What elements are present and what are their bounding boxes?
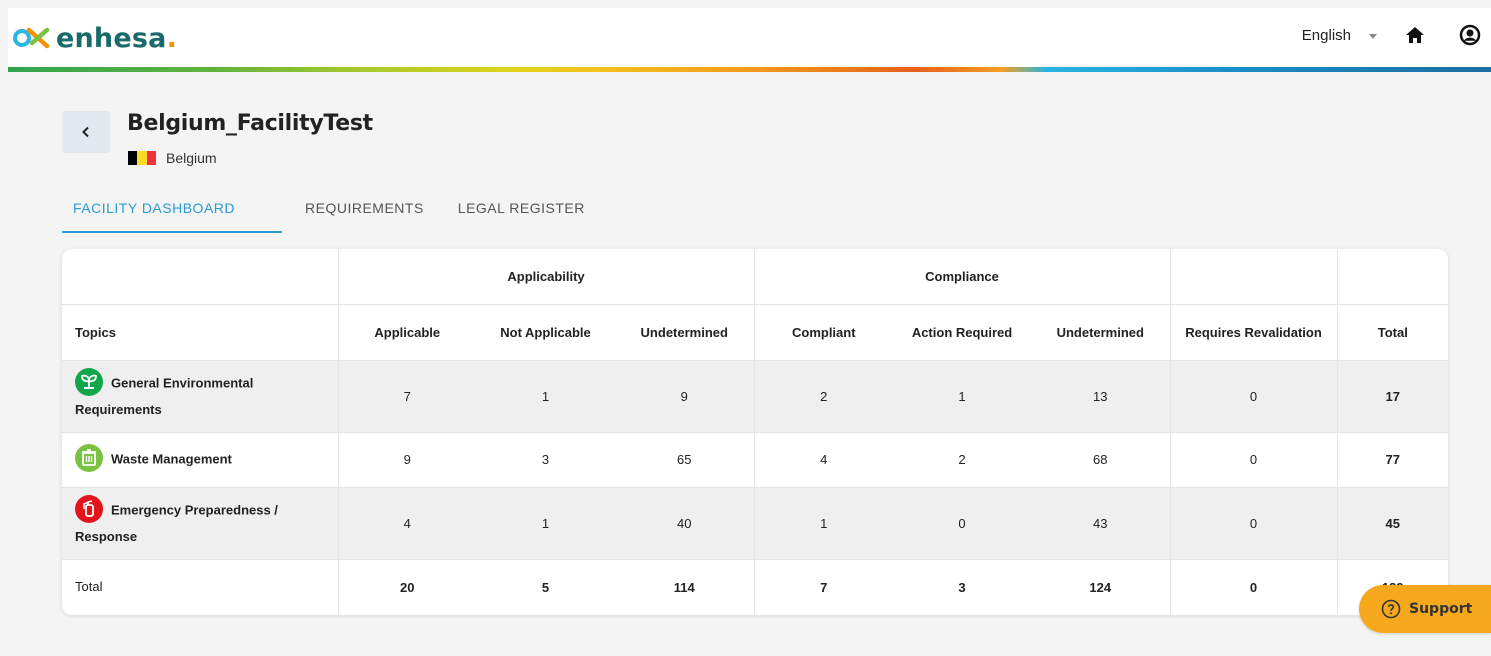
total-compliant: 7 (753, 558, 894, 615)
column-header-row: Topics Applicable Not Applicable Undeter… (62, 304, 1448, 360)
tab-legal-register[interactable]: LEGAL REGISTER (458, 196, 585, 233)
group-header-empty (1336, 249, 1448, 305)
cell-not-applicable[interactable]: 1 (476, 359, 615, 432)
cell-undetermined-compliance[interactable]: 13 (1031, 359, 1171, 432)
chevron-down-icon[interactable] (1369, 33, 1377, 39)
cell-applicable[interactable]: 4 (337, 486, 476, 559)
cell-action-required[interactable]: 1 (893, 359, 1032, 432)
cell-total[interactable]: 45 (1336, 486, 1448, 559)
total-requires-revalidation: 0 (1169, 558, 1338, 615)
column-header-undetermined-compliance: Undetermined (1056, 324, 1144, 340)
column-header-total: Total (1336, 304, 1448, 360)
cell-requires-revalidation[interactable]: 0 (1169, 431, 1338, 487)
table-row[interactable]: Emergency Preparedness / Response 4 1 40… (62, 486, 1448, 559)
cell-requires-revalidation[interactable]: 0 (1169, 359, 1338, 432)
cell-compliant[interactable]: 1 (753, 486, 894, 559)
help-circle-icon (1381, 599, 1401, 619)
cell-undetermined-applicability[interactable]: 40 (615, 486, 755, 559)
topic-name: Waste Management (111, 450, 232, 466)
totals-label: Total (62, 558, 338, 615)
cell-action-required[interactable]: 0 (893, 486, 1032, 559)
cell-compliant[interactable]: 2 (753, 359, 894, 432)
topic-name: Emergency Preparedness / Response (75, 502, 278, 544)
group-header-row: Applicability Compliance (62, 249, 1448, 305)
table-row[interactable]: General Environmental Requirements 7 1 9… (62, 359, 1448, 432)
brand-color-strip (8, 67, 1491, 72)
cell-total[interactable]: 17 (1336, 359, 1448, 432)
group-header-empty (62, 249, 338, 305)
belgium-flag-icon (128, 151, 156, 165)
column-header-action-required: Action Required (911, 324, 1013, 340)
totals-row: Total 20 5 114 7 3 124 0 139 (62, 558, 1448, 615)
facility-country: Belgium (128, 150, 217, 166)
topic-cell[interactable]: Waste Management (62, 431, 338, 487)
cell-total[interactable]: 77 (1336, 431, 1448, 487)
column-header-compliant: Compliant (753, 304, 894, 360)
cell-not-applicable[interactable]: 1 (476, 486, 615, 559)
logo-mark-icon (13, 27, 50, 49)
top-bar: enhesa. English (8, 8, 1491, 72)
home-icon[interactable] (1405, 25, 1425, 45)
logo-text: enhesa. (56, 22, 178, 54)
table-row[interactable]: Waste Management 9 3 65 4 2 68 0 77 (62, 431, 1448, 487)
topic-cell[interactable]: General Environmental Requirements (62, 359, 338, 432)
cell-undetermined-compliance[interactable]: 68 (1031, 431, 1171, 487)
compliance-group-header: Compliance (753, 249, 1171, 305)
applicability-group-header: Applicability (337, 249, 755, 305)
page-title: Belgium_FacilityTest (127, 111, 373, 136)
tab-facility-dashboard[interactable]: FACILITY DASHBOARD (62, 196, 282, 233)
fire-extinguisher-icon (75, 495, 103, 523)
cell-requires-revalidation[interactable]: 0 (1169, 486, 1338, 559)
plant-icon (75, 368, 103, 396)
tab-requirements[interactable]: REQUIREMENTS (305, 196, 424, 233)
total-undetermined-compliance: 124 (1031, 558, 1171, 615)
group-header-empty (1169, 249, 1338, 305)
column-header-topics: Topics (75, 324, 116, 340)
column-header-not-applicable: Not Applicable (500, 324, 591, 340)
chevron-left-icon (82, 126, 89, 138)
trash-bin-icon (75, 443, 103, 472)
language-select[interactable]: English (1302, 27, 1351, 44)
cell-action-required[interactable]: 2 (893, 431, 1032, 487)
cell-compliant[interactable]: 4 (753, 431, 894, 487)
support-button[interactable]: Support (1359, 585, 1491, 633)
column-header-undetermined-applicability: Undetermined (640, 324, 728, 340)
dashboard-card: Applicability Compliance Topics Applicab… (62, 249, 1448, 615)
back-button[interactable] (62, 111, 110, 153)
total-undetermined-applicability: 114 (615, 558, 755, 615)
topic-cell[interactable]: Emergency Preparedness / Response (62, 486, 338, 559)
enhesa-logo[interactable]: enhesa. (12, 22, 177, 54)
tab-bar: FACILITY DASHBOARD REQUIREMENTS LEGAL RE… (62, 196, 585, 233)
support-label: Support (1409, 601, 1473, 617)
user-account-icon[interactable] (1459, 24, 1481, 46)
cell-applicable[interactable]: 9 (337, 431, 476, 487)
total-applicable: 20 (337, 558, 476, 615)
cell-not-applicable[interactable]: 3 (476, 431, 615, 487)
dashboard-table: Applicability Compliance Topics Applicab… (62, 249, 1448, 615)
country-label: Belgium (166, 150, 217, 166)
column-header-requires-revalidation: Requires Revalidation (1169, 304, 1338, 360)
top-nav: English (1302, 24, 1481, 46)
cell-undetermined-applicability[interactable]: 65 (615, 431, 755, 487)
cell-undetermined-compliance[interactable]: 43 (1031, 486, 1171, 559)
cell-undetermined-applicability[interactable]: 9 (615, 359, 755, 432)
total-not-applicable: 5 (476, 558, 615, 615)
cell-applicable[interactable]: 7 (337, 359, 476, 432)
total-action-required: 3 (893, 558, 1032, 615)
column-header-applicable: Applicable (337, 304, 476, 360)
